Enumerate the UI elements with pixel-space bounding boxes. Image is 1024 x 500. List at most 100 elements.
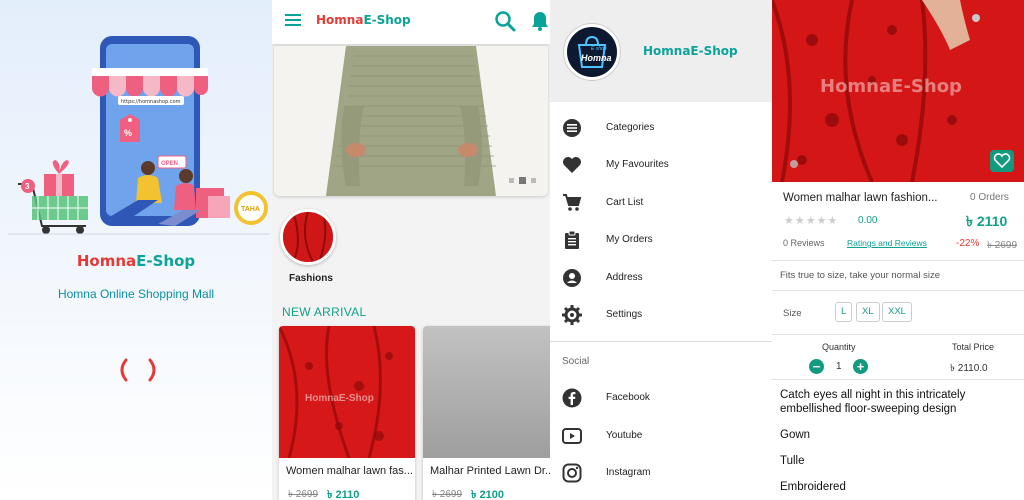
rating-stars: ★★★★★ xyxy=(784,215,839,227)
drawer-item-label: My Favourites xyxy=(606,159,669,170)
heart-icon xyxy=(563,157,581,173)
search-icon[interactable] xyxy=(494,10,516,32)
social-section-title: Social xyxy=(562,356,590,367)
location-icon xyxy=(563,269,581,287)
original-price: ৳ 2699 xyxy=(987,240,1018,251)
drawer-item-categories[interactable]: Categories xyxy=(550,110,772,147)
list-icon xyxy=(563,119,581,137)
youtube-icon xyxy=(562,428,582,444)
hamburger-menu-icon[interactable] xyxy=(285,13,303,27)
divider xyxy=(772,379,1024,380)
divider xyxy=(772,290,1024,291)
drawer-item-label: My Orders xyxy=(606,234,653,245)
drawer-header: E shop Homna HomnaE-Shop xyxy=(550,0,772,102)
drawer-item-label: Categories xyxy=(606,122,655,133)
banner-dots xyxy=(509,177,536,184)
image-watermark: HomnaE-Shop xyxy=(820,76,962,97)
size-option-l[interactable]: L xyxy=(835,302,853,322)
size-label: Size xyxy=(783,308,802,319)
app-bar: HomnaE-Shop xyxy=(272,0,550,44)
category-label[interactable]: Fashions xyxy=(289,273,333,284)
gear-icon xyxy=(562,305,582,325)
navigation-drawer: E shop Homna HomnaE-Shop Categories My F… xyxy=(550,0,772,500)
banner-image xyxy=(274,46,548,196)
drawer-item-instagram[interactable]: Instagram xyxy=(550,455,772,492)
decrease-quantity-button[interactable]: − xyxy=(809,359,824,374)
brand-tag-text: TAHA xyxy=(241,206,260,213)
spec-item: Gown xyxy=(780,429,811,441)
drawer-item-label: Cart List xyxy=(606,197,644,208)
product-title: Women malhar lawn fashion... xyxy=(783,192,938,204)
product-image: HomnaE-Shop xyxy=(279,326,415,459)
home-screen: HomnaE-Shop Fashions NEW ARRIVAL HomnaE-… xyxy=(272,0,550,500)
divider xyxy=(772,260,1024,261)
divider xyxy=(772,334,1024,335)
cart-badge-text: 3 xyxy=(25,182,30,191)
product-description: Catch eyes all night in this intricately… xyxy=(780,389,966,415)
facebook-icon xyxy=(562,388,582,408)
total-price-label: Total Price xyxy=(952,342,995,352)
drawer-item-cart[interactable]: Cart List xyxy=(550,185,772,222)
spec-item: Tulle xyxy=(780,455,805,467)
clipboard-icon xyxy=(565,230,579,249)
notification-bell-icon[interactable] xyxy=(530,10,550,32)
logo-text: Homna xyxy=(581,53,612,63)
product-image-placeholder xyxy=(423,326,550,458)
category-fashions-image[interactable] xyxy=(280,209,336,265)
svg-text:%: % xyxy=(124,128,132,138)
splash-screen: https://homnashop.com % OPEN TAHA 3 Homn… xyxy=(0,0,272,500)
quantity-label: Quantity xyxy=(822,342,856,352)
drawer-item-facebook[interactable]: Facebook xyxy=(550,380,772,417)
drawer-title: HomnaE-Shop xyxy=(643,44,738,58)
drawer-item-orders[interactable]: My Orders xyxy=(550,222,772,259)
app-title: HomnaE-Shop xyxy=(316,13,411,27)
product-image-gallery[interactable]: HomnaE-Shop xyxy=(772,0,1024,182)
rating-value: 0.00 xyxy=(858,215,878,226)
fit-note: Fits true to size, take your normal size xyxy=(780,270,940,281)
new-arrival-heading: NEW ARRIVAL xyxy=(282,305,367,319)
store-logo: E shop Homna xyxy=(564,24,620,80)
review-count: 0 Reviews xyxy=(783,238,825,248)
heart-outline-icon xyxy=(993,153,1011,169)
order-count: 0 Orders xyxy=(970,192,1009,203)
instagram-icon xyxy=(562,463,582,483)
logo-text-top: E shop xyxy=(591,46,607,52)
splash-app-name: HomnaE-Shop xyxy=(76,252,196,270)
size-option-xl[interactable]: XL xyxy=(856,302,880,322)
product-price: ৳ 2100 xyxy=(471,489,505,500)
total-price-value: ৳ 2110.0 xyxy=(950,363,988,374)
drawer-item-label: Settings xyxy=(606,309,643,320)
quantity-value: 1 xyxy=(836,361,842,372)
drawer-item-youtube[interactable]: Youtube xyxy=(550,418,772,455)
spec-item: Embroidered xyxy=(780,481,846,493)
product-old-price: ৳ 2699 xyxy=(288,489,319,500)
favourite-button[interactable] xyxy=(990,150,1014,172)
drawer-item-label: Instagram xyxy=(606,467,651,478)
product-card[interactable]: Malhar Printed Lawn Dr... ৳ 2699 ৳ 2100 xyxy=(423,326,550,500)
banner-slider[interactable] xyxy=(274,46,548,196)
url-bar-text: https://homnashop.com xyxy=(121,99,181,105)
size-option-xxl[interactable]: XXL xyxy=(882,302,912,322)
product-watermark: HomnaE-Shop xyxy=(305,393,374,404)
increase-quantity-button[interactable]: + xyxy=(853,359,868,374)
drawer-item-label: Facebook xyxy=(606,392,650,403)
drawer-item-favourites[interactable]: My Favourites xyxy=(550,147,772,184)
ratings-reviews-link[interactable]: Ratings and Reviews xyxy=(847,238,927,248)
open-sign-text: OPEN xyxy=(161,161,178,167)
product-price: ৳ 2110 xyxy=(966,213,1008,229)
splash-tagline: Homna Online Shopping Mall xyxy=(57,287,215,301)
loading-spinner xyxy=(120,358,156,382)
discount-badge: -22% xyxy=(956,238,980,249)
product-name: Women malhar lawn fas... xyxy=(286,465,413,477)
product-name: Malhar Printed Lawn Dr... xyxy=(430,465,550,477)
product-old-price: ৳ 2699 xyxy=(432,489,463,500)
drawer-item-label: Youtube xyxy=(606,430,643,441)
drawer-item-label: Address xyxy=(606,272,643,283)
drawer-item-settings[interactable]: Settings xyxy=(550,297,772,334)
product-price: ৳ 2110 xyxy=(327,489,360,500)
drawer-item-address[interactable]: Address xyxy=(550,260,772,297)
product-detail-screen: HomnaE-Shop Women malhar lawn fashion...… xyxy=(772,0,1024,500)
cart-icon xyxy=(563,194,582,211)
product-card[interactable]: HomnaE-Shop Women malhar lawn fas... ৳ 2… xyxy=(279,326,415,500)
shopping-illustration: https://homnashop.com % OPEN TAHA 3 xyxy=(8,36,270,235)
